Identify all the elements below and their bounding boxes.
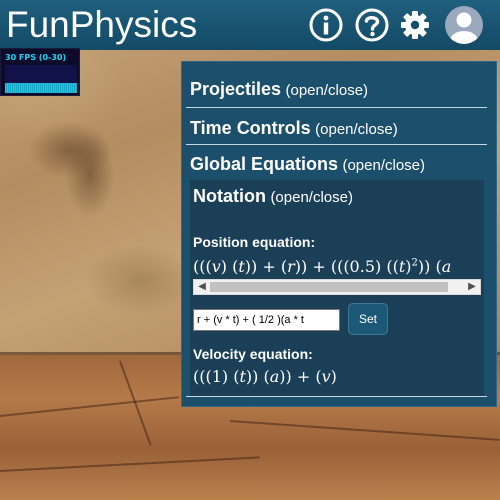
- position-equation-label: Position equation:: [193, 234, 316, 250]
- app-title: FunPhysics: [6, 4, 198, 45]
- fps-graph-bars: [5, 83, 77, 93]
- notation-section: Notation (open/close) Position equation:…: [190, 180, 484, 396]
- scrollbar-thumb[interactable]: [210, 282, 448, 292]
- scroll-left-icon[interactable]: ◀: [195, 280, 209, 294]
- top-bar: FunPhysics: [0, 0, 500, 50]
- section-notation-toggle[interactable]: (open/close): [270, 189, 353, 206]
- section-global-equations-title: Global Equations: [190, 154, 339, 174]
- section-global-equations[interactable]: Global Equations (open/close): [190, 154, 488, 175]
- gear-icon[interactable]: [400, 10, 430, 40]
- section-notation-title: Notation: [193, 186, 266, 206]
- info-icon[interactable]: [309, 8, 343, 42]
- fps-label: 30 FPS (0-30): [5, 53, 67, 62]
- control-panel: Projectiles (open/close) Time Controls (…: [181, 61, 497, 407]
- section-time-controls-title: Time Controls: [190, 118, 311, 138]
- section-time-controls-toggle[interactable]: (open/close): [315, 121, 398, 138]
- velocity-equation-label: Velocity equation:: [193, 346, 313, 362]
- scroll-right-icon[interactable]: ▶: [465, 280, 479, 294]
- velocity-equation-render: (((1) (t)) (a)) + (v): [193, 367, 337, 386]
- equation-scrollbar[interactable]: ◀ ▶: [193, 279, 481, 295]
- set-position-button[interactable]: Set: [348, 303, 388, 335]
- section-global-equations-toggle[interactable]: (open/close): [342, 157, 425, 174]
- fps-meter: 30 FPS (0-30): [0, 48, 80, 96]
- section-time-controls[interactable]: Time Controls (open/close): [190, 118, 488, 139]
- section-projectiles-toggle[interactable]: (open/close): [286, 82, 369, 99]
- fps-graph: [5, 65, 77, 93]
- position-equation-input[interactable]: [193, 309, 340, 331]
- section-divider: [186, 396, 487, 397]
- section-divider: [186, 144, 487, 145]
- section-projectiles-title: Projectiles: [190, 79, 282, 99]
- help-icon[interactable]: [355, 8, 389, 42]
- section-notation[interactable]: Notation (open/close): [193, 186, 353, 207]
- section-projectiles[interactable]: Projectiles (open/close): [190, 79, 488, 100]
- section-divider: [186, 107, 487, 108]
- user-avatar-icon[interactable]: [444, 5, 484, 45]
- position-equation-render: (((v) (t)) + (r)) + (((0.5) ((t)2)) (a: [193, 257, 452, 276]
